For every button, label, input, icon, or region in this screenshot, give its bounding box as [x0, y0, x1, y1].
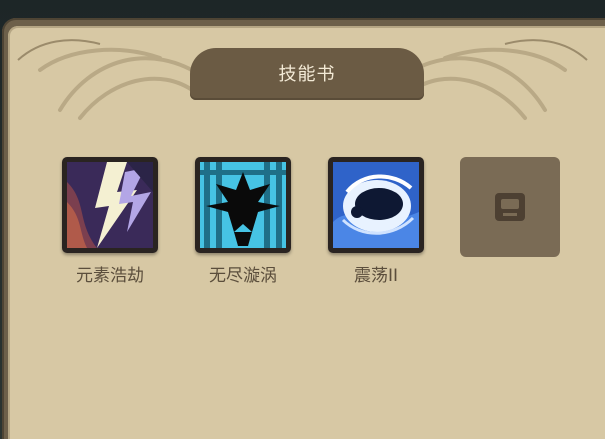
- skill-name: 震荡II: [353, 266, 399, 286]
- lock-icon: [495, 193, 525, 221]
- skill-name: 元素浩劫: [76, 266, 144, 286]
- shock-wave-icon[interactable]: [328, 157, 424, 253]
- endless-vortex-icon[interactable]: [195, 157, 291, 253]
- panel-title: 技能书: [278, 64, 336, 85]
- skill-book-screen: 技能书 元素浩劫 无尽漩涡 震荡II: [0, 0, 605, 439]
- skill-name: 无尽漩涡: [209, 266, 277, 286]
- lightning-storm-icon[interactable]: [62, 157, 158, 253]
- locked-skill-slot[interactable]: [460, 157, 560, 257]
